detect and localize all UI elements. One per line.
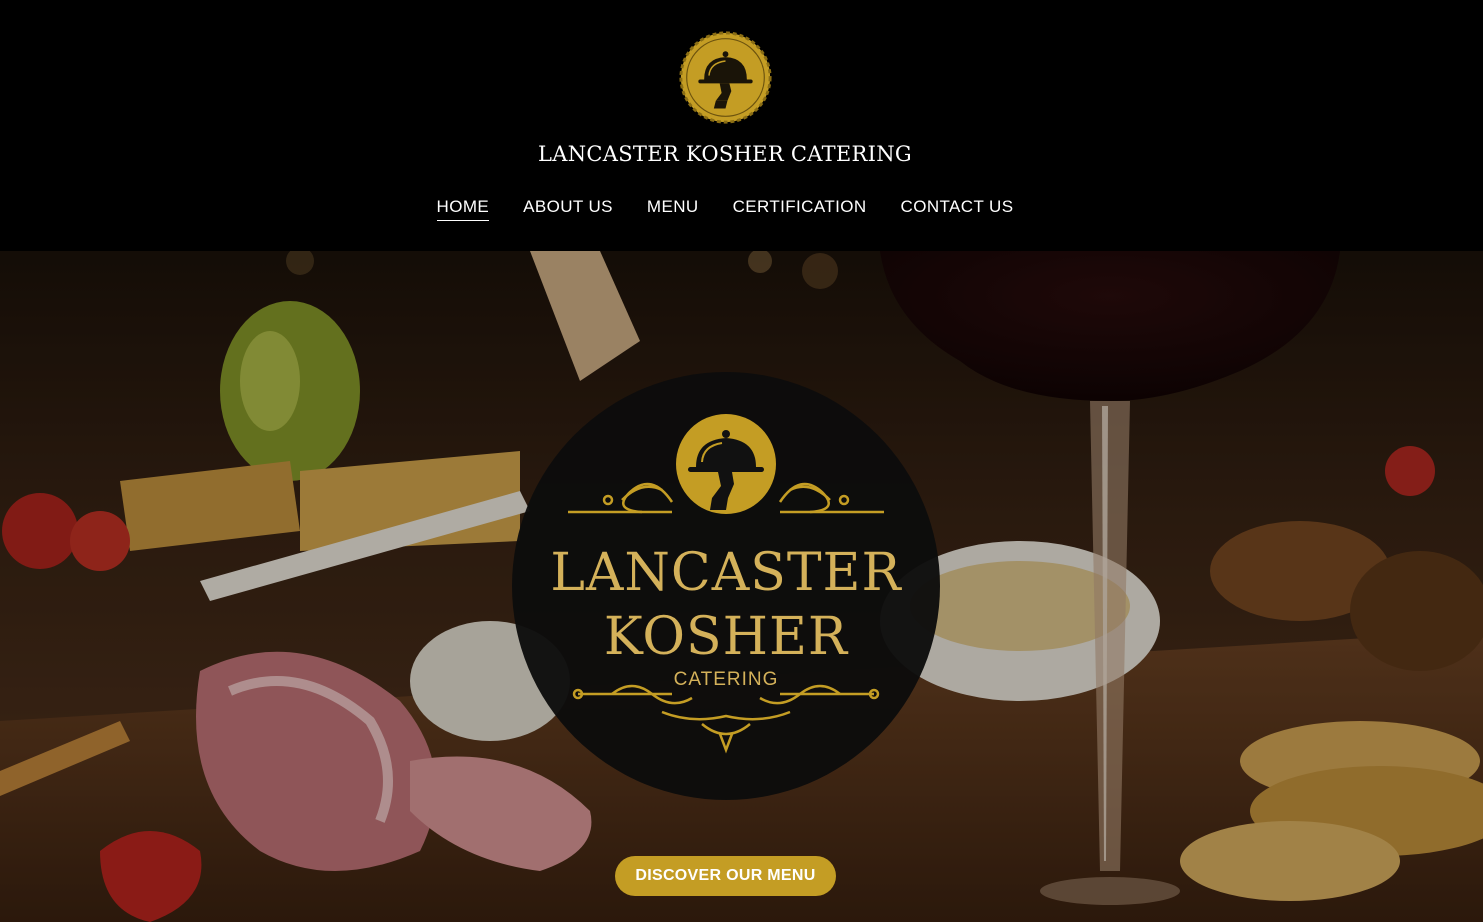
hero-section: LANCASTER KOSHER CATERING DISCOVER OUR M… (0, 251, 1483, 922)
main-nav: HOME ABOUT US MENU CERTIFICATION CONTACT… (0, 197, 1450, 221)
nav-item-menu[interactable]: MENU (647, 197, 699, 221)
badge-line-2: KOSHER (604, 607, 849, 667)
badge-line-3: CATERING (674, 669, 779, 690)
logo-emblem-icon[interactable] (677, 29, 774, 126)
nav-item-contact-us[interactable]: CONTACT US (901, 197, 1014, 221)
site-title[interactable]: LANCASTER KOSHER CATERING (0, 142, 1450, 166)
site-header: LANCASTER KOSHER CATERING HOME ABOUT US … (0, 0, 1483, 251)
nav-item-about-us[interactable]: ABOUT US (523, 197, 613, 221)
hero-logo-badge: LANCASTER KOSHER CATERING (512, 372, 940, 800)
badge-line-1: LANCASTER (550, 543, 902, 603)
nav-item-home[interactable]: HOME (436, 197, 490, 221)
nav-item-certification[interactable]: CERTIFICATION (733, 197, 867, 221)
discover-menu-button[interactable]: DISCOVER OUR MENU (615, 856, 836, 896)
